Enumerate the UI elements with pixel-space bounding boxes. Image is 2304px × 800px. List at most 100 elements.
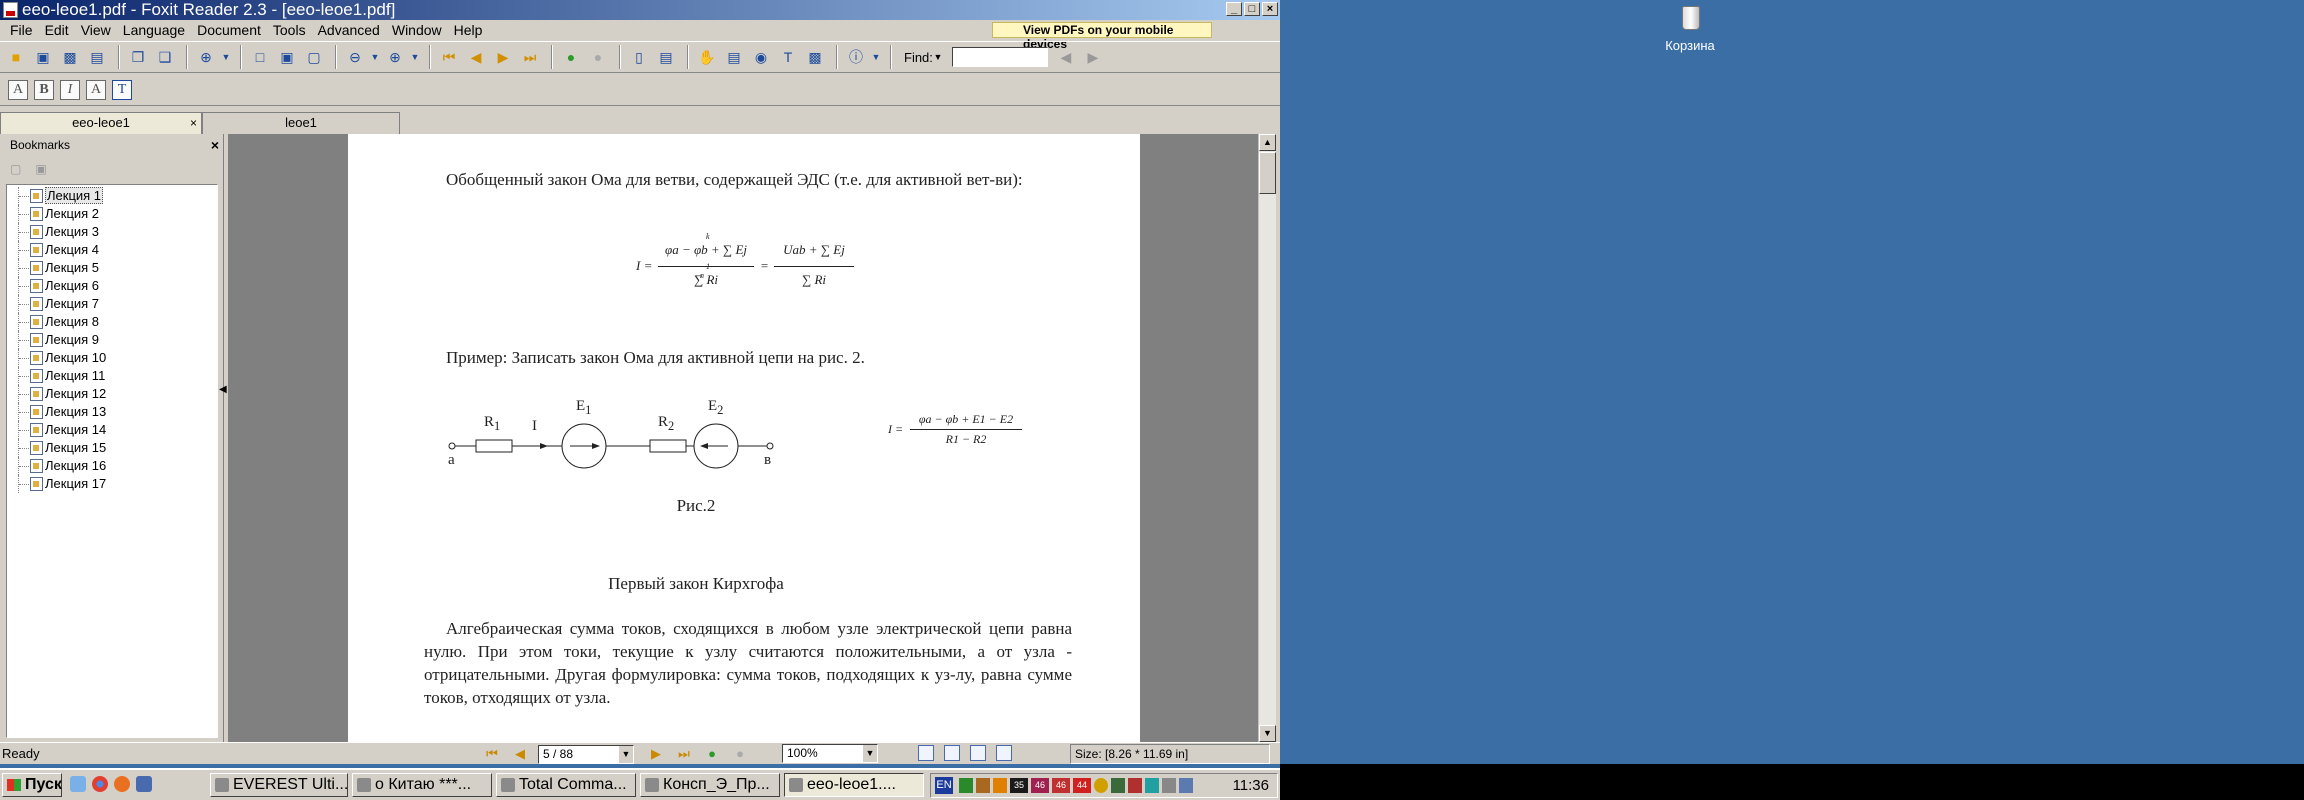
tray-app-icon[interactable]: [1145, 778, 1159, 793]
scroll-down-icon[interactable]: ▼: [1259, 725, 1276, 742]
print-preview-icon[interactable]: ▤: [85, 45, 109, 69]
copy-icon[interactable]: ❐: [126, 45, 150, 69]
back-icon[interactable]: ●: [559, 45, 583, 69]
chevron-down-icon[interactable]: ▼: [410, 45, 420, 69]
forward-icon[interactable]: ●: [586, 45, 610, 69]
find-next-icon[interactable]: ▶: [1081, 45, 1105, 69]
fit-width-icon[interactable]: ▢: [302, 45, 326, 69]
bookmark-item[interactable]: Лекция 8: [7, 313, 217, 331]
minimize-button[interactable]: _: [1226, 2, 1242, 16]
clock[interactable]: 11:36: [1233, 774, 1269, 797]
taskbar-button-china[interactable]: о Китаю ***...: [352, 773, 492, 797]
recycle-bin-icon[interactable]: [1672, 2, 1712, 34]
collapse-panel-icon[interactable]: ◀: [219, 383, 227, 397]
tray-temp-badge[interactable]: 35: [1010, 778, 1028, 793]
bookmark-item[interactable]: Лекция 11: [7, 367, 217, 385]
first-page-icon[interactable]: ⏮: [437, 45, 461, 69]
bookmark-item[interactable]: Лекция 15: [7, 439, 217, 457]
continuous-layout-icon[interactable]: [944, 745, 960, 761]
bookmark-item[interactable]: Лекция 10: [7, 349, 217, 367]
zoom-in-icon[interactable]: ⊕: [383, 45, 407, 69]
typewriter-icon[interactable]: T: [776, 45, 800, 69]
text-color-icon[interactable]: A: [86, 79, 106, 100]
single-page-icon[interactable]: ▯: [627, 45, 651, 69]
bold-icon[interactable]: B: [34, 79, 54, 100]
firefox-icon[interactable]: [114, 776, 130, 792]
taskbar-button-foxit[interactable]: eeo-leoe1....: [784, 773, 924, 797]
bookmark-item[interactable]: Лекция 3: [7, 223, 217, 241]
title-bar[interactable]: eeo-leoe1.pdf - Foxit Reader 2.3 - [eeo-…: [0, 0, 1280, 20]
bookmark-item[interactable]: Лекция 4: [7, 241, 217, 259]
volume-icon[interactable]: [1162, 778, 1176, 793]
vertical-scrollbar[interactable]: ▲ ▼: [1258, 134, 1276, 742]
bookmark-item[interactable]: Лекция 7: [7, 295, 217, 313]
menu-language[interactable]: Language: [117, 20, 191, 40]
find-input[interactable]: [951, 47, 1048, 67]
chevron-down-icon[interactable]: ▼: [370, 45, 380, 69]
bookmark-properties-icon[interactable]: ▣: [35, 162, 46, 176]
hand-tool-icon[interactable]: ✋: [695, 45, 719, 69]
menu-document[interactable]: Document: [191, 20, 267, 40]
zoom-out-icon[interactable]: ⊖: [343, 45, 367, 69]
delete-bookmark-icon[interactable]: ▢: [10, 162, 21, 176]
taskbar-button-konsp[interactable]: Консп_Э_Пр...: [640, 773, 780, 797]
back-icon[interactable]: ●: [702, 744, 722, 764]
chevron-down-icon[interactable]: ▼: [933, 45, 943, 69]
find-previous-icon[interactable]: ◀: [1054, 45, 1078, 69]
binoculars-icon[interactable]: ◉: [749, 45, 773, 69]
snapshot-icon[interactable]: ▩: [803, 45, 827, 69]
tray-app-icon[interactable]: [1111, 778, 1125, 793]
bookmark-item[interactable]: Лекция 2: [7, 205, 217, 223]
select-text-icon[interactable]: ▤: [722, 45, 746, 69]
bookmark-item[interactable]: Лекция 16: [7, 457, 217, 475]
tray-app-icon[interactable]: [1128, 778, 1142, 793]
scroll-up-icon[interactable]: ▲: [1259, 134, 1276, 151]
facing-layout-icon[interactable]: [970, 745, 986, 761]
italic-icon[interactable]: I: [60, 79, 80, 100]
tray-app-icon[interactable]: [993, 778, 1007, 793]
taskbar-button-total-commander[interactable]: Total Comma...: [496, 773, 636, 797]
chevron-down-icon[interactable]: ▼: [863, 745, 877, 762]
recycle-bin-label[interactable]: Корзина: [1640, 38, 1740, 53]
continuous-facing-layout-icon[interactable]: [996, 745, 1012, 761]
close-icon[interactable]: ×: [211, 134, 219, 156]
menu-window[interactable]: Window: [386, 20, 448, 40]
next-page-icon[interactable]: ▶: [646, 744, 666, 764]
bookmark-item[interactable]: Лекция 12: [7, 385, 217, 403]
tray-app-icon[interactable]: [959, 778, 973, 793]
show-desktop-icon[interactable]: [70, 776, 86, 792]
scroll-thumb[interactable]: [1259, 152, 1276, 194]
start-button[interactable]: Пуск: [2, 773, 62, 797]
tray-temp-badge[interactable]: 46: [1052, 778, 1070, 793]
language-indicator[interactable]: EN: [935, 777, 953, 794]
last-page-icon[interactable]: ⏭: [674, 744, 694, 764]
menu-advanced[interactable]: Advanced: [312, 20, 386, 40]
monitor-icon[interactable]: [136, 776, 152, 792]
close-button[interactable]: ×: [1262, 2, 1278, 16]
chrome-icon[interactable]: [92, 776, 108, 792]
menu-view[interactable]: View: [75, 20, 117, 40]
page-number-field[interactable]: 5 / 88 ▼: [538, 744, 634, 764]
chevron-down-icon[interactable]: ▼: [619, 745, 633, 763]
previous-page-icon[interactable]: ◀: [510, 744, 530, 764]
text-tool-icon[interactable]: A: [8, 79, 28, 100]
taskbar-button-everest[interactable]: EVEREST Ulti...: [210, 773, 348, 797]
single-page-layout-icon[interactable]: [918, 745, 934, 761]
save-icon[interactable]: ▣: [31, 45, 55, 69]
bookmark-item[interactable]: Лекция 9: [7, 331, 217, 349]
tray-app-icon[interactable]: [976, 778, 990, 793]
first-page-icon[interactable]: ⏮: [482, 744, 502, 764]
tab-eeo-leoe1[interactable]: eeo-leoe1 ×: [0, 112, 202, 134]
promo-banner[interactable]: View PDFs on your mobile devices: [992, 22, 1212, 51]
text-box-icon[interactable]: T: [112, 79, 132, 100]
close-icon[interactable]: ×: [190, 113, 197, 133]
actual-size-icon[interactable]: □: [248, 45, 272, 69]
next-page-icon[interactable]: ▶: [491, 45, 515, 69]
chevron-down-icon[interactable]: ▼: [871, 45, 881, 69]
maximize-button[interactable]: □: [1244, 2, 1260, 16]
zoom-in-tool-icon[interactable]: ⊕: [194, 45, 218, 69]
menu-tools[interactable]: Tools: [267, 20, 312, 40]
tray-temp-badge[interactable]: 44: [1073, 778, 1091, 793]
fit-page-icon[interactable]: ▣: [275, 45, 299, 69]
bookmark-item[interactable]: Лекция 6: [7, 277, 217, 295]
